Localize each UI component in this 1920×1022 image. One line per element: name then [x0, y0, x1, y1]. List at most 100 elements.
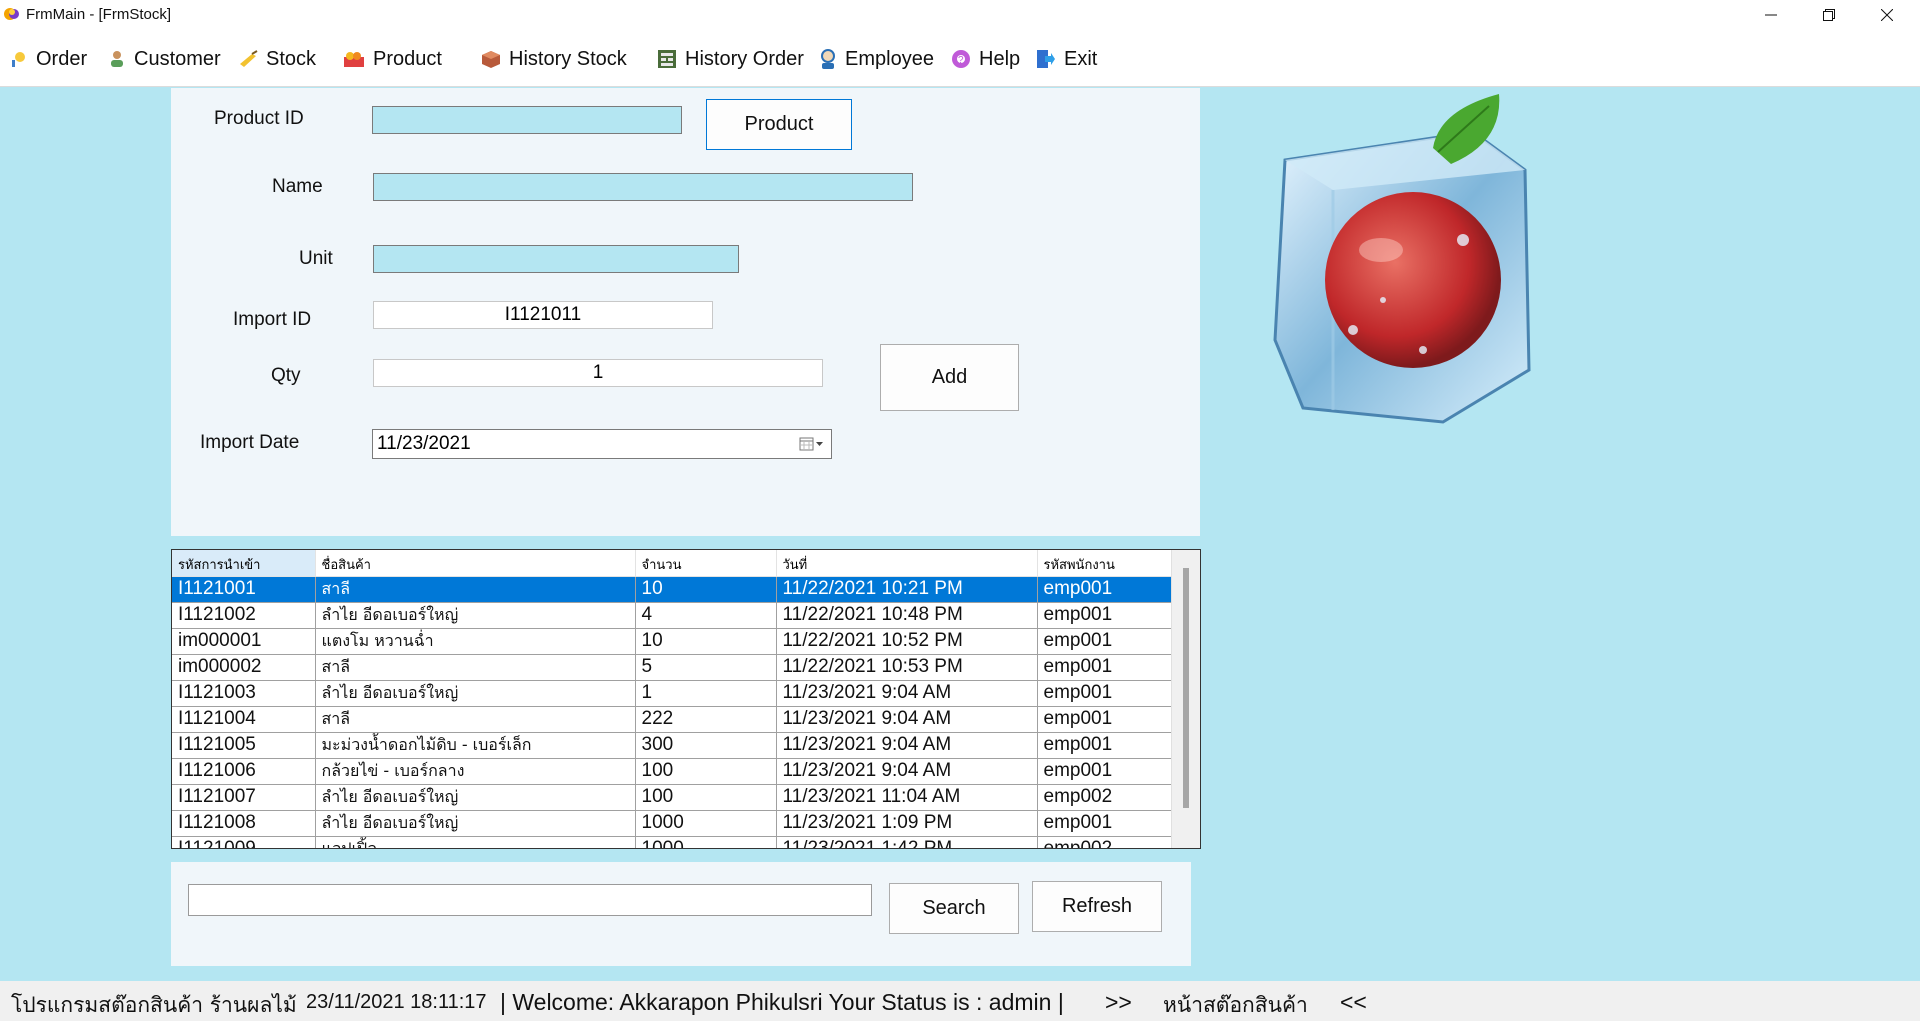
cell-quantity: 10 [635, 576, 777, 603]
menu-product[interactable]: Product [343, 46, 442, 72]
cell-import-id: I1121008 [172, 810, 316, 837]
cell-employee-id: emp002 [1037, 836, 1174, 848]
column-header-employee-id[interactable]: รหัสพนักงาน [1037, 550, 1174, 577]
search-input[interactable] [188, 884, 872, 916]
name-input[interactable] [373, 173, 913, 201]
status-page-name: หน้าสต๊อกสินค้า [1163, 993, 1308, 1017]
table-row[interactable]: I1121006 กล้วยไข่ - เบอร์กลาง 100 11/23/202… [172, 758, 1174, 785]
cell-quantity: 4 [635, 602, 777, 629]
status-app-name: โปรแกรมสต๊อกสินค้า ร้านผลไม้ [11, 993, 297, 1017]
stock-import-grid[interactable]: รหัสการนำเข้า ชื่อสินค้า จำนวน วันที่ รห… [171, 549, 1201, 849]
search-button[interactable]: Search [889, 883, 1019, 934]
unit-input[interactable] [373, 245, 739, 273]
history-stock-icon [482, 51, 500, 68]
menu-history-stock[interactable]: History Stock [481, 46, 627, 72]
product-id-input[interactable] [372, 106, 682, 134]
qty-input[interactable] [373, 359, 823, 387]
menu-employee[interactable]: Employee [819, 46, 934, 72]
cell-import-id: I1121005 [172, 732, 316, 759]
table-row[interactable]: I1121002 ลำไย อีดอเบอร์ใหญ่ 4 11/22/2021 10… [172, 602, 1174, 629]
table-row[interactable]: im000001 แตงโม หวานฉ่ำ 10 11/22/2021 10:52 … [172, 628, 1174, 655]
table-row[interactable]: I1121007 ลำไย อีดอเบอร์ใหญ่ 100 11/23/2021 … [172, 784, 1174, 811]
restore-icon [1823, 8, 1835, 21]
cell-import-id: I1121006 [172, 758, 316, 785]
grid-vertical-scrollbar[interactable] [1171, 550, 1200, 848]
product-icon [344, 52, 364, 67]
table-row[interactable]: I1121003 ลำไย อีดอเบอร์ใหญ่ 1 11/23/2021 9:… [172, 680, 1174, 707]
stock-import-table: รหัสการนำเข้า ชื่อสินค้า จำนวน วันที่ รห… [172, 550, 1174, 848]
exit-icon [1037, 50, 1055, 68]
table-row[interactable]: I1121008 ลำไย อีดอเบอร์ใหญ่ 1000 11/23/2021… [172, 810, 1174, 837]
cell-quantity: 222 [635, 706, 777, 733]
cell-quantity: 300 [635, 732, 777, 759]
menu-history-order[interactable]: History Order [657, 46, 804, 72]
table-row[interactable]: I1121005 มะม่วงน้ำดอกไม้ดิบ - เบอร์เล็ก 30… [172, 732, 1174, 759]
cell-product-name: สาลี [315, 706, 636, 733]
table-row[interactable]: I1121001 สาลี 10 11/22/2021 10:21 PM emp001 [172, 576, 1174, 603]
cell-date: 11/23/2021 9:04 AM [776, 680, 1038, 707]
menu-customer[interactable]: Customer [108, 46, 221, 72]
close-button[interactable] [1864, 0, 1910, 29]
cell-product-name: มะม่วงน้ำดอกไม้ดิบ - เบอร์เล็ก [315, 732, 636, 759]
cell-import-id: I1121003 [172, 680, 316, 707]
cell-quantity: 100 [635, 758, 777, 785]
menu-history-order-label: History Order [685, 47, 804, 70]
cell-quantity: 1000 [635, 810, 777, 837]
cell-quantity: 5 [635, 654, 777, 681]
minimize-button[interactable] [1748, 0, 1794, 29]
cell-employee-id: emp001 [1037, 654, 1174, 681]
product-id-label: Product ID [214, 108, 304, 129]
cell-date: 11/23/2021 9:04 AM [776, 706, 1038, 733]
import-id-input[interactable] [373, 301, 713, 329]
import-id-label: Import ID [233, 309, 312, 330]
cell-date: 11/22/2021 10:21 PM [776, 576, 1038, 603]
table-header-row: รหัสการนำเข้า ชื่อสินค้า จำนวน วันที่ รห… [172, 550, 1174, 577]
menu-help[interactable]: ? Help [951, 46, 1020, 72]
cell-product-name: แอปเปิ้ล [315, 836, 636, 848]
menu-stock[interactable]: Stock [238, 46, 316, 72]
status-welcome: | Welcome: Akkarapon Phikulsri Your Stat… [500, 989, 1064, 1015]
cell-import-id: I1121004 [172, 706, 316, 733]
import-date-picker[interactable]: 11/23/2021 [372, 429, 832, 459]
table-row[interactable]: I1121009 แอปเปิ้ล 1000 11/23/2021 1:42 PM em… [172, 836, 1174, 848]
cell-employee-id: emp001 [1037, 732, 1174, 759]
cell-date: 11/23/2021 9:04 AM [776, 758, 1038, 785]
cell-import-id: I1121009 [172, 836, 316, 848]
table-row[interactable]: I1121004 สาลี 222 11/23/2021 9:04 AM emp001 [172, 706, 1174, 733]
unit-label: Unit [299, 248, 333, 269]
stock-icon [240, 50, 258, 67]
menu-bar: Order Customer Stock Product History Sto… [0, 38, 1920, 81]
scrollbar-thumb[interactable] [1183, 568, 1189, 808]
order-icon [12, 52, 25, 67]
column-header-import-id[interactable]: รหัสการนำเข้า [172, 550, 316, 577]
cell-product-name: ลำไย อีดอเบอร์ใหญ่ [315, 602, 636, 629]
cell-date: 11/23/2021 9:04 AM [776, 732, 1038, 759]
cell-date: 11/23/2021 1:42 PM [776, 836, 1038, 848]
column-header-quantity[interactable]: จำนวน [635, 550, 777, 577]
status-datetime: 23/11/2021 18:11:17 [306, 991, 487, 1013]
customer-icon [111, 51, 123, 67]
cell-product-name: ลำไย อีดอเบอร์ใหญ่ [315, 810, 636, 837]
cell-employee-id: emp002 [1037, 784, 1174, 811]
refresh-button[interactable]: Refresh [1032, 881, 1162, 932]
column-header-date[interactable]: วันที่ [776, 550, 1038, 577]
menu-exit[interactable]: Exit [1036, 46, 1097, 72]
cell-employee-id: emp001 [1037, 810, 1174, 837]
cell-import-id: I1121002 [172, 602, 316, 629]
window-title: FrmMain - [FrmStock] [26, 6, 171, 23]
cell-date: 11/23/2021 1:09 PM [776, 810, 1038, 837]
add-button[interactable]: Add [880, 344, 1019, 411]
restore-button[interactable] [1806, 0, 1852, 29]
close-icon [1881, 8, 1893, 21]
cell-employee-id: emp001 [1037, 576, 1174, 603]
status-nav-close: << [1340, 989, 1367, 1015]
table-row[interactable]: im000002 สาลี 5 11/22/2021 10:53 PM emp001 [172, 654, 1174, 681]
menu-exit-label: Exit [1064, 47, 1098, 70]
menu-order[interactable]: Order [10, 46, 87, 72]
product-button[interactable]: Product [706, 99, 852, 150]
calendar-dropdown-icon[interactable] [799, 436, 825, 452]
cell-quantity: 100 [635, 784, 777, 811]
cell-import-id: I1121001 [172, 576, 316, 603]
title-bar: FrmMain - [FrmStock] [0, 0, 1920, 29]
column-header-product-name[interactable]: ชื่อสินค้า [315, 550, 636, 577]
